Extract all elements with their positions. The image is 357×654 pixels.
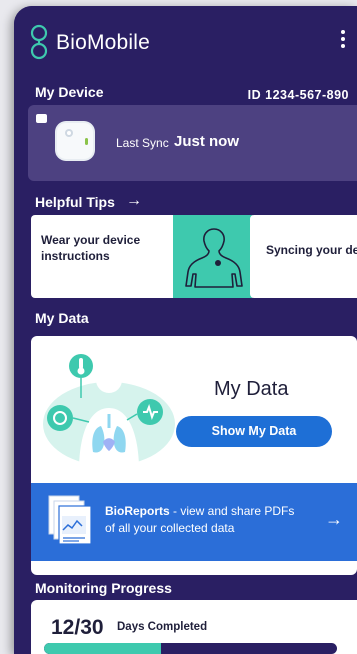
- device-id: ID 1234-567-890: [247, 88, 349, 102]
- tip-card-text: Wear your device instructions: [41, 233, 141, 263]
- days-completed-count: 12/30: [51, 616, 104, 639]
- my-data-card-title: My Data: [214, 378, 289, 400]
- report-document-icon: [48, 495, 92, 545]
- my-device-title: My Device: [35, 84, 104, 100]
- last-sync-label: Last Sync: [116, 136, 169, 150]
- monitoring-progress-title: Monitoring Progress: [35, 580, 172, 596]
- arrow-right-icon: →: [325, 509, 343, 529]
- top-bar: BioMobile: [14, 6, 357, 76]
- app-screen: BioMobile My Device ID 1234-567-890 Last…: [14, 6, 357, 654]
- tip-illustration: [173, 215, 255, 298]
- bioreports-title: BioReports: [105, 504, 170, 518]
- my-data-section-title: My Data: [35, 310, 89, 326]
- app-title: BioMobile: [56, 31, 151, 54]
- biomobile-logo-icon: [30, 24, 48, 60]
- more-options-icon[interactable]: [337, 30, 349, 54]
- progress-bar: [44, 643, 337, 654]
- my-data-card: My Data Show My Data BioReports - view a…: [31, 336, 357, 575]
- monitoring-progress-card[interactable]: 12/30 Days Completed: [31, 600, 357, 654]
- tip-card-wear-device[interactable]: Wear your device instructions: [31, 215, 255, 298]
- tip-card-syncing[interactable]: Syncing your device daily: [250, 215, 357, 298]
- body-outline-icon: [185, 228, 243, 288]
- days-completed-label: Days Completed: [117, 621, 208, 633]
- progress-bar-fill: [44, 643, 162, 654]
- device-badge-icon: [36, 114, 47, 123]
- show-my-data-button[interactable]: Show My Data: [176, 416, 332, 447]
- helpful-tips-title: Helpful Tips: [35, 194, 115, 210]
- health-data-illustration: [43, 354, 175, 470]
- last-sync-value: Just now: [174, 133, 240, 150]
- device-image: [55, 121, 95, 161]
- arrow-right-icon: →: [126, 192, 142, 209]
- bioreports-text: BioReports - view and share PDFs of all …: [105, 503, 305, 537]
- helpful-tips-header[interactable]: Helpful Tips →: [14, 186, 357, 214]
- device-card[interactable]: Last Sync Just now: [28, 105, 357, 181]
- tip-card-text: Syncing your device daily: [266, 243, 357, 257]
- bioreports-banner[interactable]: BioReports - view and share PDFs of all …: [31, 483, 357, 561]
